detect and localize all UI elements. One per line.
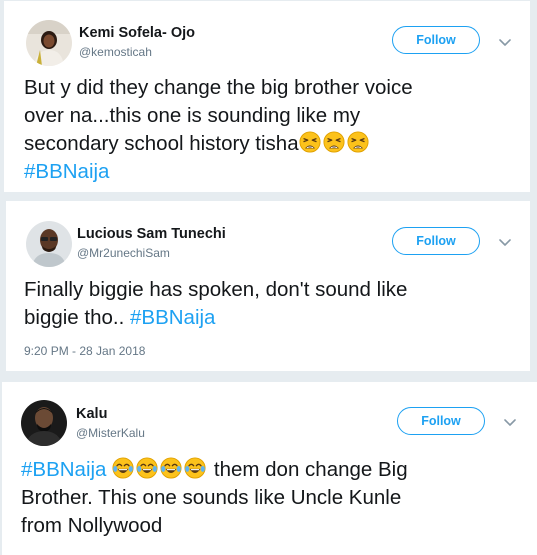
tears-of-joy-emoji bbox=[160, 457, 182, 479]
tweet-text: But y did they change the big brother vo… bbox=[24, 74, 413, 186]
timestamp[interactable]: 9:20 PM - 28 Jan 2018 bbox=[24, 344, 145, 358]
follow-button[interactable]: Follow bbox=[397, 407, 485, 435]
tears-of-joy-emoji bbox=[184, 457, 206, 479]
tweet-card: Lucious Sam Tunechi @Mr2unechiSam Follow… bbox=[6, 201, 530, 371]
user-handle[interactable]: @kemosticah bbox=[79, 45, 152, 59]
avatar[interactable] bbox=[26, 221, 72, 267]
hashtag-link[interactable]: #BBNaija bbox=[24, 160, 109, 183]
chevron-down-icon[interactable] bbox=[503, 418, 517, 428]
tweet-text-line: biggie tho.. #BBNaija bbox=[24, 304, 407, 332]
weary-face-emoji bbox=[299, 131, 321, 153]
follow-button[interactable]: Follow bbox=[392, 26, 480, 54]
tweet-text-line: #BBNaija bbox=[24, 158, 413, 186]
display-name[interactable]: Kalu bbox=[76, 406, 107, 422]
tweet-text-line: secondary school history tisha bbox=[24, 130, 413, 158]
tweet-text-segment: biggie tho.. bbox=[24, 306, 130, 329]
tweet-text-line: over na...this one is sounding like my bbox=[24, 104, 361, 127]
user-handle[interactable]: @MisterKalu bbox=[76, 426, 145, 440]
tweet-text-line: But y did they change the big brother vo… bbox=[24, 76, 413, 99]
tweet-card: Kemi Sofela- Ojo @kemosticah Follow But … bbox=[4, 1, 530, 192]
tweet-text-line: from Nollywood bbox=[21, 514, 163, 537]
tweet-text-line: Brother. This one sounds like Uncle Kunl… bbox=[21, 486, 402, 509]
tweet-text-segment: secondary school history tisha bbox=[24, 132, 299, 155]
chevron-down-icon[interactable] bbox=[498, 238, 512, 248]
action-row bbox=[24, 367, 144, 371]
chevron-down-icon[interactable] bbox=[498, 38, 512, 48]
tweet-text-segment: them don change Big bbox=[208, 458, 408, 481]
hashtag-link[interactable]: #BBNaija bbox=[130, 306, 215, 329]
user-handle[interactable]: @Mr2unechiSam bbox=[77, 246, 170, 260]
avatar[interactable] bbox=[21, 400, 67, 446]
tears-of-joy-emoji bbox=[112, 457, 134, 479]
tweet-text: Finally biggie has spoken, don't sound l… bbox=[24, 276, 407, 332]
weary-face-emoji bbox=[323, 131, 345, 153]
tweet-text-line: Finally biggie has spoken, don't sound l… bbox=[24, 278, 408, 301]
avatar[interactable] bbox=[26, 20, 72, 66]
weary-face-emoji bbox=[347, 131, 369, 153]
tears-of-joy-emoji bbox=[136, 457, 158, 479]
tweet-card: Kalu @MisterKalu Follow #BBNaija them do… bbox=[2, 382, 537, 555]
display-name[interactable]: Kemi Sofela- Ojo bbox=[79, 25, 195, 41]
follow-button[interactable]: Follow bbox=[392, 227, 480, 255]
tweet-text-line: #BBNaija them don change Big bbox=[21, 456, 408, 484]
display-name[interactable]: Lucious Sam Tunechi bbox=[77, 226, 226, 242]
tweet-text: #BBNaija them don change Big Brother. Th… bbox=[21, 456, 408, 540]
hashtag-link[interactable]: #BBNaija bbox=[21, 458, 106, 481]
